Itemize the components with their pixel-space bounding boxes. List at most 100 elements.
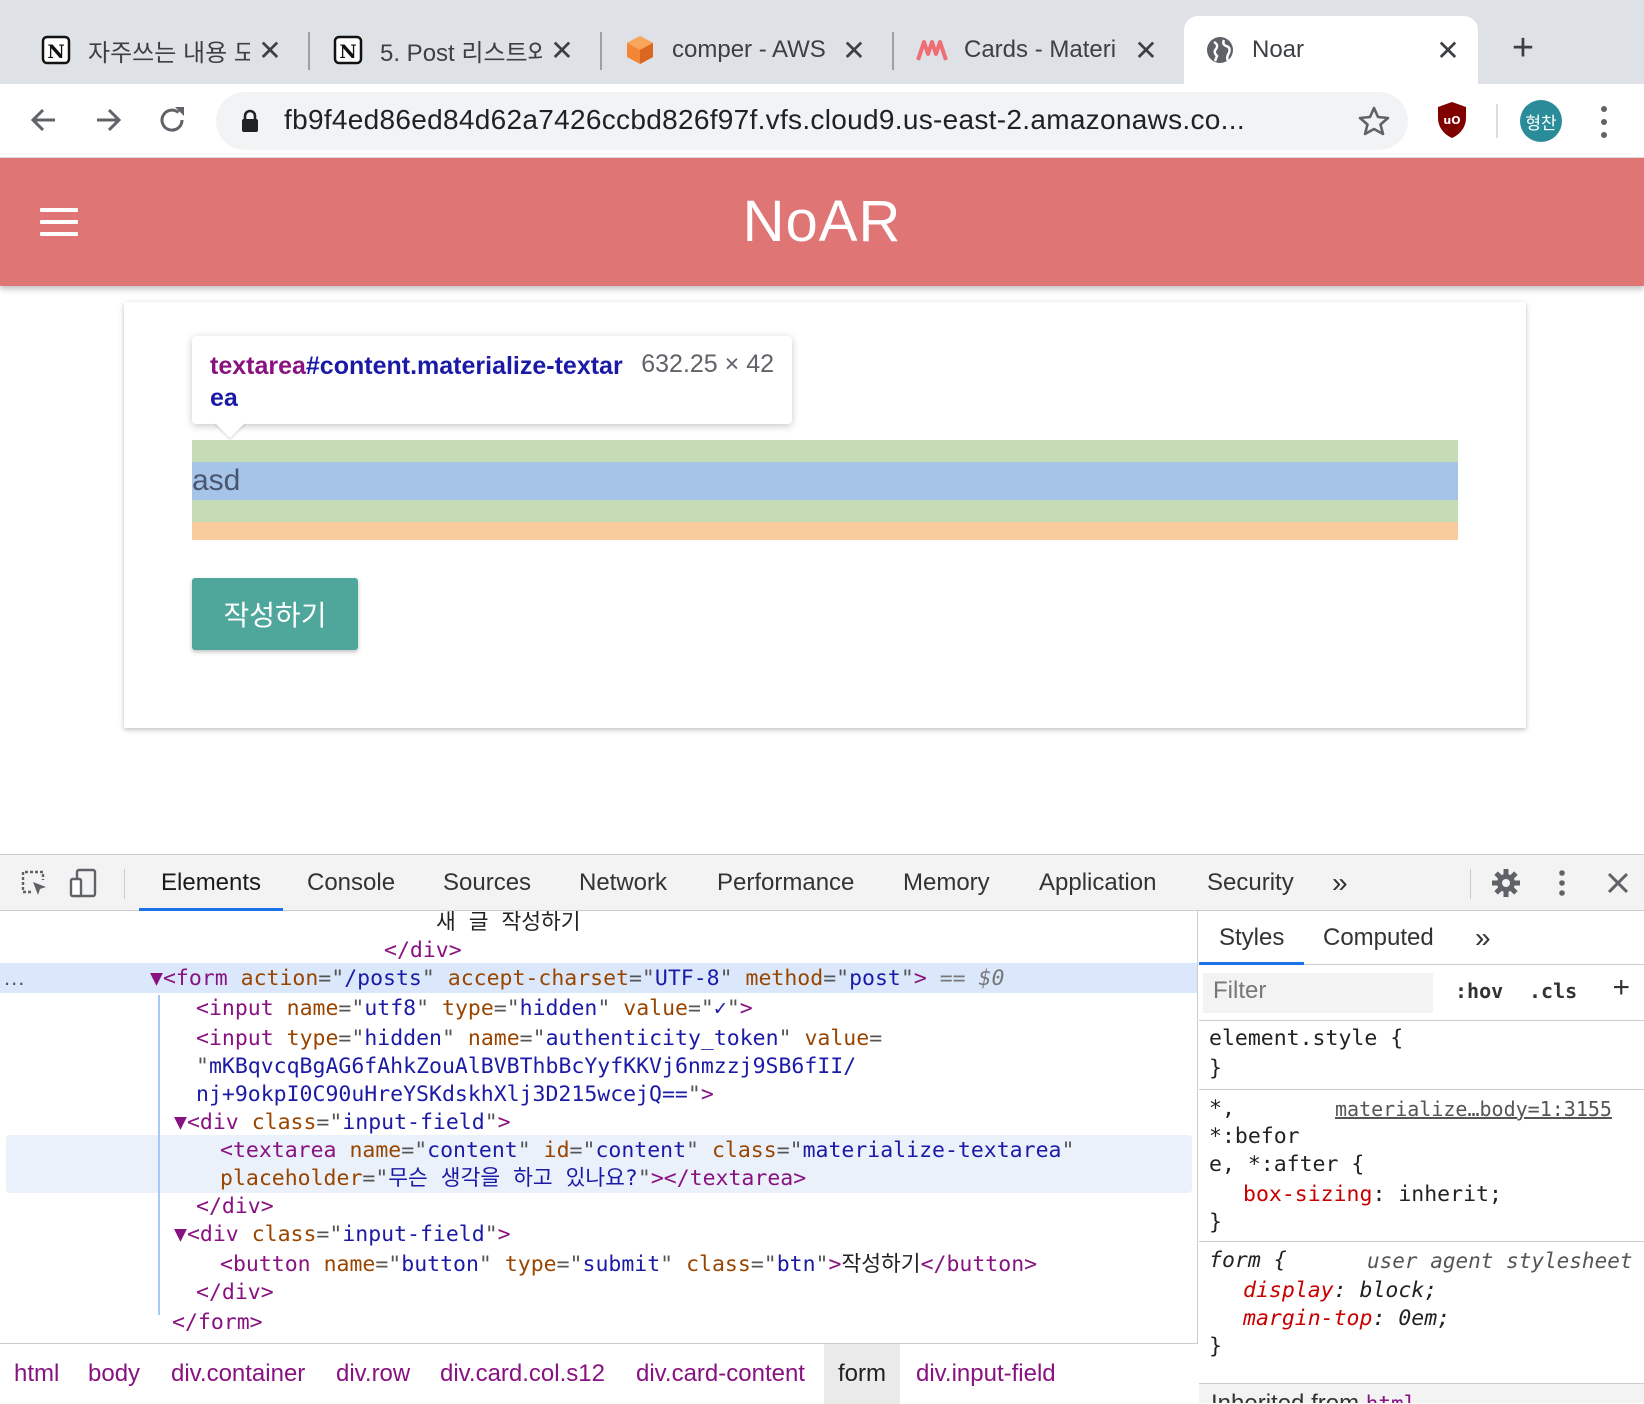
styles-tabs: Styles Computed » xyxy=(1199,911,1644,965)
more-tabs-icon[interactable]: » xyxy=(1332,855,1348,911)
dom-close-tag[interactable]: </div> xyxy=(384,937,462,965)
tab-strip: N 자주쓰는 내용 모 ✕ N 5. Post 리스트와 ✕ comper - … xyxy=(0,0,1644,84)
inherited-label: Inherited from xyxy=(1211,1390,1359,1403)
css-declaration[interactable]: margin-top: 0em; xyxy=(1243,1305,1450,1333)
dom-node-div-input-field[interactable]: ▼<div class="input-field"> xyxy=(174,1221,511,1249)
browser-tab[interactable]: Cards - Materi ✕ xyxy=(896,16,1176,84)
inspect-element-icon[interactable] xyxy=(18,867,50,899)
back-button[interactable] xyxy=(20,96,68,144)
devtools-divider xyxy=(1470,869,1471,899)
dom-node-textarea[interactable]: <textarea name="content" id="content" cl… xyxy=(220,1137,1074,1165)
new-style-rule-icon[interactable]: + xyxy=(1612,971,1630,1005)
dom-breadcrumbs: html body div.container div.row div.card… xyxy=(0,1343,1198,1404)
devtools-tab-memory[interactable]: Memory xyxy=(903,855,990,911)
rule-source-link[interactable]: materialize…body=1:3155 xyxy=(1335,1097,1612,1121)
profile-avatar[interactable]: 형찬 xyxy=(1520,100,1562,142)
devtools-tab-sources[interactable]: Sources xyxy=(443,855,531,911)
hov-toggle[interactable]: :hov xyxy=(1455,979,1503,1003)
dom-node-div-input-field[interactable]: ▼<div class="input-field"> xyxy=(174,1109,511,1137)
breadcrumb-div-row[interactable]: div.row xyxy=(336,1344,410,1404)
breadcrumb-body[interactable]: body xyxy=(88,1344,140,1404)
tab-computed[interactable]: Computed xyxy=(1323,911,1434,965)
dom-textarea-placeholder[interactable]: placeholder="무슨 생각을 하고 있나요?"></textarea> xyxy=(220,1165,806,1193)
dom-text-node[interactable]: 새 글 작성하기 xyxy=(436,911,581,937)
reload-button[interactable] xyxy=(148,96,196,144)
tab-title: 자주쓰는 내용 모 xyxy=(88,39,250,67)
dom-close-tag[interactable]: </form> xyxy=(172,1309,263,1337)
tab-separator xyxy=(892,32,894,70)
dom-node-input-token[interactable]: <input type="hidden" name="authenticity_… xyxy=(196,1025,882,1053)
brand-logo[interactable]: NoAR xyxy=(0,188,1644,255)
more-tabs-icon[interactable]: » xyxy=(1475,911,1491,965)
gear-icon[interactable] xyxy=(1490,867,1522,899)
dom-node-input-utf8[interactable]: <input name="utf8" type="hidden" value="… xyxy=(196,995,753,1023)
tab-styles[interactable]: Styles xyxy=(1199,911,1305,965)
close-icon[interactable]: ✕ xyxy=(1132,35,1160,66)
devtools-tab-console[interactable]: Console xyxy=(307,855,395,911)
dom-node-button[interactable]: <button name="button" type="submit" clas… xyxy=(220,1251,1037,1279)
tab-separator xyxy=(600,32,602,70)
devtools-divider xyxy=(124,869,125,899)
reload-icon xyxy=(160,107,184,132)
tab-title: Noar xyxy=(1252,36,1305,63)
breadcrumb-div-card[interactable]: div.card.col.s12 xyxy=(440,1344,605,1404)
breadcrumb-div-input-field[interactable]: div.input-field xyxy=(916,1344,1056,1404)
close-icon[interactable]: ✕ xyxy=(840,35,868,66)
rule-divider xyxy=(1199,1241,1644,1242)
rule-selector[interactable]: *, xyxy=(1209,1095,1235,1123)
css-declaration[interactable]: display: block; xyxy=(1243,1277,1437,1305)
close-icon[interactable]: ✕ xyxy=(548,35,576,66)
bookmark-star-icon[interactable] xyxy=(1358,105,1390,142)
submit-button[interactable]: 작성하기 xyxy=(192,578,358,650)
close-icon[interactable]: ✕ xyxy=(1434,35,1462,66)
breadcrumb-form[interactable]: form xyxy=(824,1344,900,1404)
browser-tab[interactable]: N 5. Post 리스트와 ✕ xyxy=(312,16,592,84)
browser-menu-icon[interactable] xyxy=(1590,102,1618,142)
rule-selector[interactable]: form { xyxy=(1209,1247,1287,1275)
css-declaration[interactable]: box-sizing: inherit; xyxy=(1243,1181,1502,1209)
devtools-tab-security[interactable]: Security xyxy=(1207,855,1294,911)
dom-close-tag[interactable]: </div> xyxy=(196,1193,274,1221)
dom-token-value-line1[interactable]: "mKBqvcqBgAG6fAhkZouAlBVBThbBcYyfKKVj6nm… xyxy=(196,1053,856,1081)
new-tab-button[interactable]: + xyxy=(1505,27,1541,69)
node-actions-ellipsis[interactable]: ... xyxy=(4,965,25,991)
close-icon[interactable]: ✕ xyxy=(256,35,284,66)
close-devtools-icon[interactable] xyxy=(1602,867,1634,899)
dom-node-form[interactable]: ▼<form action="/posts" accept-charset="U… xyxy=(150,965,1004,993)
notion-icon: N xyxy=(40,34,72,66)
svg-text:N: N xyxy=(47,41,64,63)
cls-toggle[interactable]: .cls xyxy=(1529,979,1577,1003)
rule-selector[interactable]: *:befor xyxy=(1209,1123,1300,1151)
tab-title: 5. Post 리스트와 xyxy=(380,39,542,67)
breadcrumb-html[interactable]: html xyxy=(14,1344,59,1404)
address-bar[interactable]: fb9f4ed86ed84d62a7426ccbd826f97f.vfs.clo… xyxy=(216,92,1408,150)
devtools-panel: Elements Console Sources Network Perform… xyxy=(0,854,1644,1404)
notion-icon: N xyxy=(332,34,364,66)
devtools-tab-application[interactable]: Application xyxy=(1039,855,1156,911)
content-textarea[interactable]: asd xyxy=(192,462,240,500)
dom-close-tag[interactable]: </div> xyxy=(196,1279,274,1307)
browser-tab[interactable]: comper - AWS ✕ xyxy=(604,16,884,84)
rule-selector[interactable]: e, *:after { xyxy=(1209,1151,1364,1179)
toolbar-divider xyxy=(1496,104,1498,138)
device-toolbar-icon[interactable] xyxy=(68,867,100,899)
browser-tab-active[interactable]: Noar ✕ xyxy=(1184,16,1478,84)
breadcrumb-div-container[interactable]: div.container xyxy=(171,1344,305,1404)
devtools-tab-elements[interactable]: Elements xyxy=(138,855,284,911)
tooltip-arrow xyxy=(214,422,246,438)
browser-tab[interactable]: N 자주쓰는 내용 모 ✕ xyxy=(20,16,300,84)
ublock-origin-icon[interactable]: uO xyxy=(1436,100,1468,145)
devtools-tab-network[interactable]: Network xyxy=(579,855,667,911)
devtools-tab-performance[interactable]: Performance xyxy=(717,855,854,911)
url-text[interactable]: fb9f4ed86ed84d62a7426ccbd826f97f.vfs.clo… xyxy=(284,104,1324,136)
inherited-tag-link[interactable]: html xyxy=(1366,1392,1417,1403)
breadcrumb-div-card-content[interactable]: div.card-content xyxy=(636,1344,805,1404)
svg-text:uO: uO xyxy=(1443,114,1460,127)
arrow-right-icon xyxy=(97,108,122,132)
forward-button[interactable] xyxy=(84,96,132,144)
devtools-menu-icon[interactable] xyxy=(1546,867,1578,899)
element-style-rule[interactable]: element.style { xyxy=(1209,1025,1403,1053)
materialize-icon xyxy=(916,34,948,66)
lock-icon[interactable] xyxy=(240,109,260,138)
dom-token-value-line2[interactable]: nj+9okpI0C90uHreYSKdskhXlj3D215wcejQ=="> xyxy=(196,1081,714,1109)
